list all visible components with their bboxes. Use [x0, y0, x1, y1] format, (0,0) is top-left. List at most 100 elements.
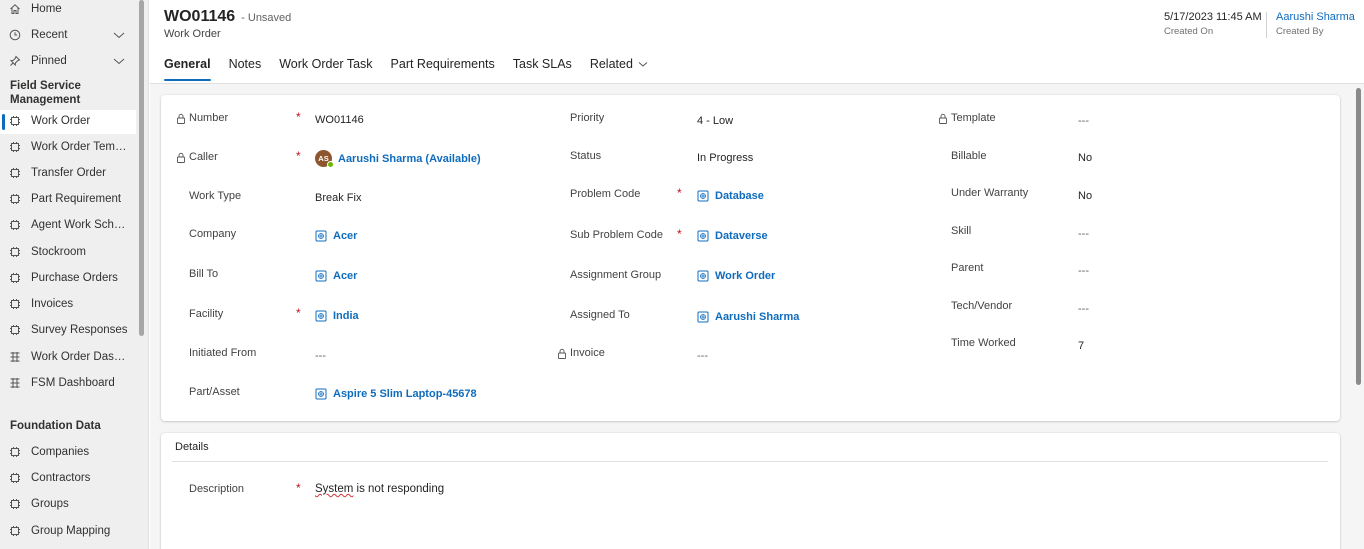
field-label: Invoice — [557, 347, 605, 359]
field-label: Number — [176, 112, 228, 124]
sidebar-item-home[interactable]: Home — [0, 0, 136, 22]
avatar: AS — [315, 150, 334, 168]
pin-icon — [8, 54, 22, 68]
required-indicator: * — [677, 186, 682, 200]
field-label: Company — [189, 228, 237, 240]
required-indicator: * — [296, 306, 301, 320]
required-indicator: * — [296, 481, 301, 495]
record-number: WO01146 — [164, 8, 236, 25]
entity-icon — [8, 114, 22, 128]
field-value[interactable]: Acer — [315, 230, 357, 242]
field-label: Under Warranty — [951, 187, 1029, 199]
entity-icon — [315, 388, 327, 400]
field-label: Problem Code — [570, 188, 641, 200]
field-label: Assignment Group — [570, 269, 662, 281]
field-label: Description — [189, 483, 245, 495]
entity-icon — [315, 230, 327, 242]
entity-icon — [315, 310, 327, 322]
field-label: Caller — [176, 151, 218, 163]
form-scrollbar[interactable] — [1356, 88, 1361, 385]
field-value: --- — [1078, 303, 1089, 315]
created-on: 5/17/2023 11:45 AM Created On — [1164, 11, 1262, 37]
description-value[interactable]: System is not responding — [315, 483, 444, 495]
required-indicator: * — [677, 227, 682, 241]
entity-icon — [697, 190, 709, 202]
required-indicator: * — [296, 110, 301, 124]
entity-name: Work Order — [164, 28, 221, 40]
field-value[interactable]: Work Order — [697, 270, 775, 282]
sidebar-item[interactable]: Survey Responses — [0, 319, 136, 343]
tab-part-requirements[interactable]: Part Requirements — [391, 57, 495, 81]
chevron-down-icon[interactable] — [112, 54, 126, 68]
sidebar-item[interactable]: Work Order Templ... — [0, 136, 136, 160]
presence-available-icon — [327, 161, 334, 168]
field-value[interactable]: Database — [697, 190, 764, 202]
field-value[interactable]: Aarushi Sharma — [697, 311, 799, 323]
sidebar-item-recent[interactable]: Recent — [0, 24, 136, 48]
sidebar-scrollbar[interactable] — [139, 0, 144, 336]
home-icon — [8, 2, 22, 16]
tab-work-order-task[interactable]: Work Order Task — [279, 57, 372, 81]
dashboard-icon — [8, 350, 22, 364]
tab-task-slas[interactable]: Task SLAs — [513, 57, 572, 81]
field-label: Part/Asset — [189, 386, 240, 398]
field-label: Work Type — [189, 190, 242, 202]
entity-icon — [8, 297, 22, 311]
lock-icon — [177, 152, 185, 163]
field-label: Skill — [951, 225, 972, 237]
field-value: Break Fix — [315, 192, 362, 204]
entity-icon — [8, 524, 22, 538]
sidebar-item[interactable]: Group Mapping — [0, 520, 136, 544]
entity-icon — [697, 230, 709, 242]
field-value: --- — [1078, 115, 1089, 127]
created-by[interactable]: Aarushi Sharma Created By — [1276, 11, 1355, 37]
form-tabs: General Notes Work Order Task Part Requi… — [164, 57, 667, 81]
sidebar-item[interactable]: Stockroom — [0, 241, 136, 265]
sidebar-item[interactable]: Work Order — [0, 110, 136, 134]
tab-general[interactable]: General — [164, 57, 211, 81]
entity-icon — [8, 245, 22, 259]
sidebar-item[interactable]: FSM Dashboard — [0, 372, 136, 396]
sidebar-item-pinned[interactable]: Pinned — [0, 50, 136, 74]
entity-icon — [8, 323, 22, 337]
sidebar-item[interactable]: Work Order Dash... — [0, 346, 136, 370]
entity-icon — [8, 471, 22, 485]
entity-icon — [8, 192, 22, 206]
sidebar-item[interactable]: Contractors — [0, 467, 136, 491]
field-value: --- — [315, 350, 326, 362]
field-value: --- — [1078, 265, 1089, 277]
details-section-title: Details — [175, 441, 209, 453]
entity-icon — [8, 218, 22, 232]
tab-related[interactable]: Related — [590, 57, 649, 81]
unsaved-indicator: - Unsaved — [241, 12, 292, 24]
general-section — [161, 95, 1340, 421]
field-value: --- — [1078, 228, 1089, 240]
entity-icon — [315, 270, 327, 282]
entity-icon — [8, 166, 22, 180]
field-label: Initiated From — [189, 347, 257, 359]
sidebar: Home Recent Pinned Field Service Managem… — [0, 0, 149, 549]
sidebar-item[interactable]: Invoices — [0, 293, 136, 317]
field-label: Billable — [951, 150, 987, 162]
sidebar-item[interactable]: Part Requirement — [0, 188, 136, 212]
field-value: No — [1078, 190, 1093, 202]
field-value[interactable]: AS Aarushi Sharma (Available) — [315, 150, 481, 168]
field-value[interactable]: Acer — [315, 270, 357, 282]
sidebar-item[interactable]: Companies — [0, 441, 136, 465]
sidebar-item[interactable]: Purchase Orders — [0, 267, 136, 291]
lock-icon — [558, 348, 566, 359]
field-value: 4 - Low — [697, 115, 734, 127]
chevron-down-icon[interactable] — [112, 28, 126, 42]
tab-notes[interactable]: Notes — [229, 57, 262, 81]
field-label: Tech/Vendor — [951, 300, 1013, 312]
entity-icon — [8, 445, 22, 459]
sidebar-item[interactable]: Agent Work Sche... — [0, 214, 136, 238]
sidebar-item[interactable]: Groups — [0, 493, 136, 517]
header-divider — [1266, 12, 1267, 38]
field-value[interactable]: Dataverse — [697, 230, 768, 242]
field-label: Bill To — [189, 268, 219, 280]
field-value[interactable]: Aspire 5 Slim Laptop-45678 — [315, 388, 477, 400]
field-value[interactable]: India — [315, 310, 359, 322]
lock-icon — [939, 113, 947, 124]
sidebar-item[interactable]: Transfer Order — [0, 162, 136, 186]
